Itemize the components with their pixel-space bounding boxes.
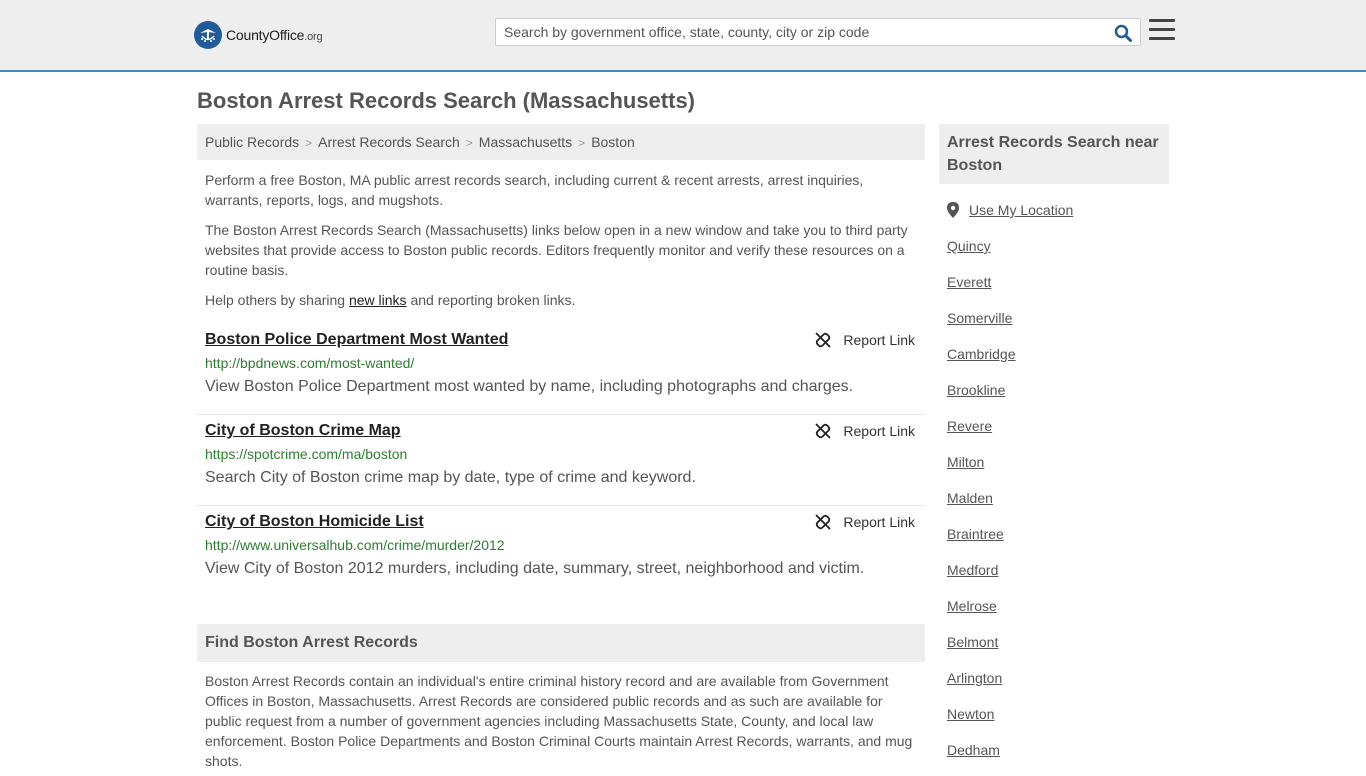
breadcrumb-massachusetts[interactable]: Massachusetts [479, 134, 572, 150]
logo-text: CountyOffice.org [226, 27, 323, 43]
report-link-button[interactable]: Report Link [815, 514, 915, 530]
search-button[interactable] [1112, 22, 1134, 44]
report-link-label: Report Link [843, 514, 915, 530]
search-icon [1114, 24, 1132, 42]
breadcrumb-public-records[interactable]: Public Records [205, 134, 299, 150]
breadcrumb: Public Records > Arrest Records Search > Mas… [197, 124, 925, 160]
city-link-dedham[interactable]: Dedham [947, 742, 1000, 758]
intro-share-text: Help others by sharing [205, 292, 349, 308]
result-item: City of Boston Crime Map https://spotcri… [197, 415, 925, 506]
city-item: Braintree [947, 524, 1169, 544]
breadcrumb-separator: > [578, 136, 586, 150]
hamburger-menu-icon[interactable] [1149, 19, 1175, 43]
city-link-brookline[interactable]: Brookline [947, 382, 1005, 398]
broken-link-icon [816, 332, 831, 348]
broken-link-icon [816, 423, 831, 439]
result-url: http://www.universalhub.com/crime/murder… [205, 537, 505, 553]
location-pin-icon [947, 202, 959, 218]
new-links-link[interactable]: new links [349, 292, 407, 308]
city-link-revere[interactable]: Revere [947, 418, 992, 434]
broken-link-icon [816, 514, 831, 530]
report-link-label: Report Link [843, 423, 915, 439]
result-title-link[interactable]: City of Boston Homicide List [205, 512, 424, 532]
results-list: Boston Police Department Most Wanted htt… [197, 324, 925, 597]
seal-icon [194, 21, 222, 49]
city-item: Everett [947, 272, 1169, 292]
city-link-braintree[interactable]: Braintree [947, 526, 1004, 542]
intro-paragraph-1: Perform a free Boston, MA public arrest … [205, 172, 864, 208]
use-my-location-link[interactable]: Use My Location [969, 202, 1073, 218]
use-location-item: Use My Location [947, 200, 1169, 220]
sidebar-heading: Arrest Records Search near Boston [939, 124, 1169, 184]
breadcrumb-arrest-records-search[interactable]: Arrest Records Search [318, 134, 460, 150]
find-records-heading: Find Boston Arrest Records [197, 624, 925, 662]
result-description: View City of Boston 2012 murders, includ… [205, 560, 865, 577]
intro-report-text: and reporting broken links. [406, 292, 576, 308]
city-link-cambridge[interactable]: Cambridge [947, 346, 1015, 362]
city-item: Arlington [947, 668, 1169, 688]
page-title: Boston Arrest Records Search (Massachuse… [197, 88, 696, 113]
result-title-link[interactable]: City of Boston Crime Map [205, 421, 401, 441]
city-link-arlington[interactable]: Arlington [947, 670, 1002, 686]
city-item: Cambridge [947, 344, 1169, 364]
result-description: View Boston Police Department most wante… [205, 378, 854, 395]
search-box [495, 18, 1141, 46]
city-link-milton[interactable]: Milton [947, 454, 984, 470]
city-item: Revere [947, 416, 1169, 436]
breadcrumb-boston[interactable]: Boston [591, 134, 635, 150]
result-item: Boston Police Department Most Wanted htt… [197, 324, 925, 415]
result-url: http://bpdnews.com/most-wanted/ [205, 355, 415, 371]
report-link-label: Report Link [843, 332, 915, 348]
city-item: Quincy [947, 236, 1169, 256]
city-link-quincy[interactable]: Quincy [947, 238, 991, 254]
find-records-body: Boston Arrest Records contain an individ… [205, 673, 913, 769]
site-header: CountyOffice.org [0, 0, 1366, 72]
report-link-button[interactable]: Report Link [815, 423, 915, 439]
breadcrumb-separator: > [305, 136, 313, 150]
city-item: Belmont [947, 632, 1169, 652]
search-input[interactable] [496, 19, 1106, 45]
intro-paragraph-3: Help others by sharing new links and rep… [205, 290, 917, 310]
nearby-cities-list: Use My Location Quincy Everett Somervill… [947, 200, 1169, 776]
result-title-link[interactable]: Boston Police Department Most Wanted [205, 330, 508, 350]
logo-suffix: .org [304, 31, 323, 43]
city-link-malden[interactable]: Malden [947, 490, 993, 506]
city-link-somerville[interactable]: Somerville [947, 310, 1012, 326]
city-item: Dedham [947, 740, 1169, 760]
city-link-melrose[interactable]: Melrose [947, 598, 997, 614]
breadcrumb-separator: > [465, 136, 473, 150]
intro-paragraph-2: The Boston Arrest Records Search (Massac… [205, 222, 908, 278]
city-item: Medford [947, 560, 1169, 580]
report-link-button[interactable]: Report Link [815, 332, 915, 348]
city-item: Brookline [947, 380, 1169, 400]
city-link-everett[interactable]: Everett [947, 274, 991, 290]
city-item: Somerville [947, 308, 1169, 328]
result-url: https://spotcrime.com/ma/boston [205, 446, 408, 462]
result-description: Search City of Boston crime map by date,… [205, 469, 696, 486]
city-item: Milton [947, 452, 1169, 472]
intro-text: Perform a free Boston, MA public arrest … [205, 170, 917, 320]
city-link-newton[interactable]: Newton [947, 706, 994, 722]
city-item: Melrose [947, 596, 1169, 616]
city-item: Malden [947, 488, 1169, 508]
city-link-medford[interactable]: Medford [947, 562, 998, 578]
city-item: Newton [947, 704, 1169, 724]
logo-main: CountyOffice [226, 27, 305, 43]
city-link-belmont[interactable]: Belmont [947, 634, 998, 650]
site-logo[interactable]: CountyOffice.org [194, 21, 323, 49]
result-item: City of Boston Homicide List http://www.… [197, 506, 925, 597]
